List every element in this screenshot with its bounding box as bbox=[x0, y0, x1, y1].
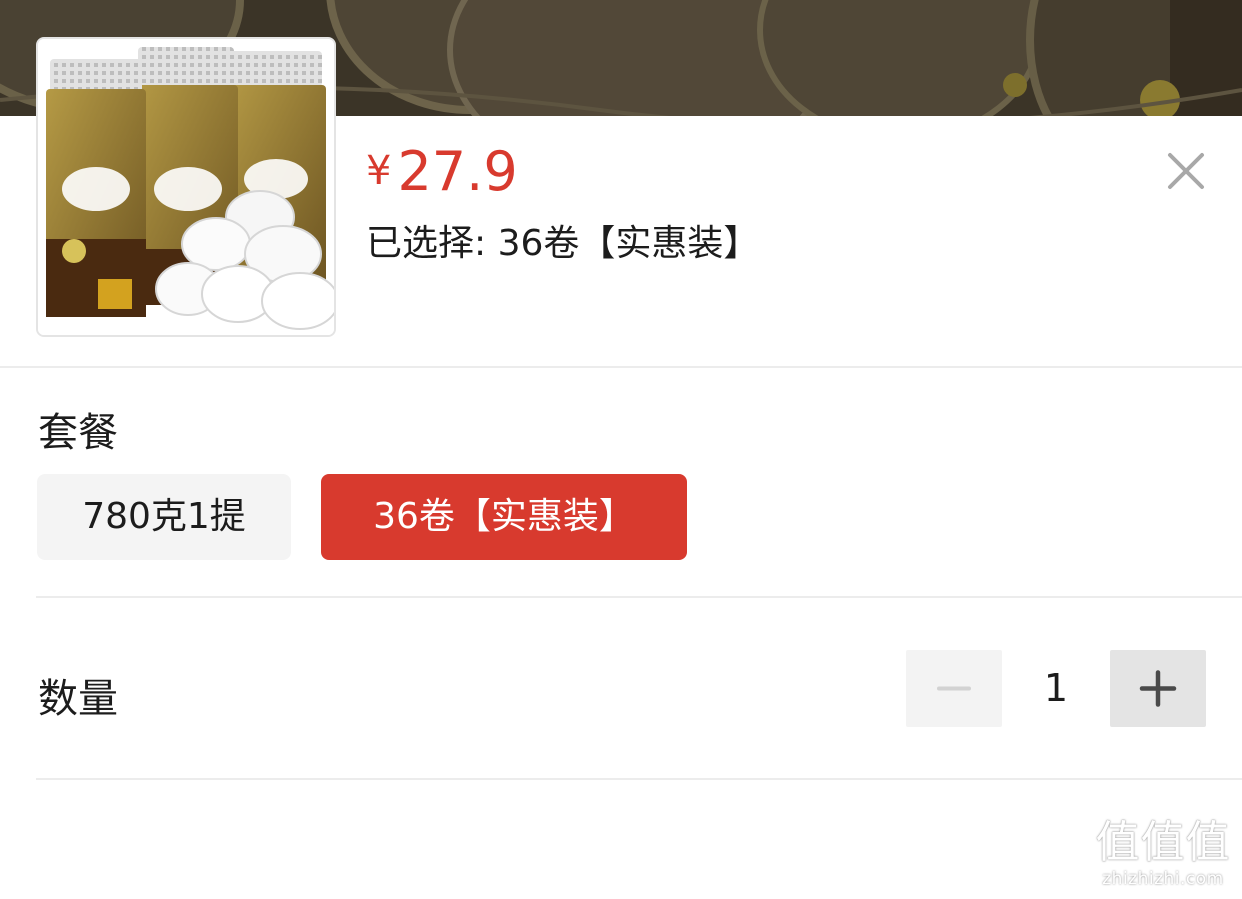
quantity-value[interactable]: 1 bbox=[1002, 650, 1110, 727]
header-divider bbox=[0, 366, 1242, 368]
watermark-url: zhizhizhi.com bbox=[1102, 869, 1224, 889]
package-section-title: 套餐 bbox=[38, 410, 118, 456]
toilet-paper-product-image bbox=[38, 39, 334, 335]
product-thumbnail[interactable] bbox=[36, 37, 336, 337]
package-option-36-rolls[interactable]: 36卷【实惠装】 bbox=[321, 474, 687, 560]
minus-icon bbox=[937, 686, 971, 691]
price-display: ¥27.9 bbox=[366, 140, 518, 204]
price-amount: 27.9 bbox=[397, 140, 518, 203]
package-option-label: 780克1提 bbox=[82, 496, 246, 537]
close-icon bbox=[1168, 153, 1204, 189]
quantity-increment-button[interactable] bbox=[1110, 650, 1206, 727]
plus-icon bbox=[1139, 670, 1177, 707]
package-divider bbox=[36, 596, 1242, 598]
package-option-780g[interactable]: 780克1提 bbox=[37, 474, 291, 560]
quantity-divider bbox=[36, 778, 1242, 780]
currency-symbol: ¥ bbox=[366, 148, 392, 194]
quantity-section-title: 数量 bbox=[38, 676, 118, 722]
package-option-label: 36卷【实惠装】 bbox=[373, 496, 635, 537]
watermark-logo: 值值值 bbox=[1095, 817, 1231, 868]
site-watermark: 值值值 zhizhizhi.com bbox=[1090, 818, 1236, 890]
quantity-decrement-button[interactable] bbox=[906, 650, 1002, 727]
close-button[interactable] bbox=[1160, 145, 1212, 197]
selected-variant-text: 已选择: 36卷【实惠装】 bbox=[366, 223, 760, 264]
